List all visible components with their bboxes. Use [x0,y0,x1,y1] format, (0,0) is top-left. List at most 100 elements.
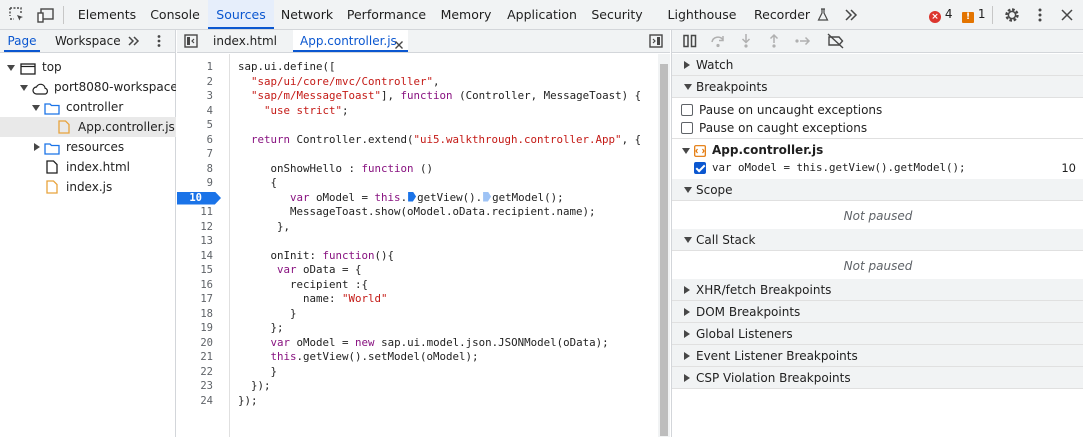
breakpoints-pane-header[interactable]: Breakpoints [672,76,1083,98]
line-number[interactable]: 6 [183,133,213,148]
line-number[interactable]: 3 [183,89,213,104]
tree-item-controller-folder[interactable]: controller [0,97,176,117]
line-number[interactable]: 4 [183,104,213,119]
tab-memory[interactable]: Memory [434,0,498,29]
line-number[interactable]: 19 [183,321,213,336]
editor-tab-app-controller[interactable]: App.controller.js [293,30,408,52]
more-tabs-chevron-icon[interactable] [842,6,860,24]
tab-security[interactable]: Security [586,0,648,29]
inspect-element-icon[interactable] [8,6,26,24]
breakpoint-entry[interactable]: var oModel = this.getView().getModel(); … [672,159,1083,177]
tab-recorder[interactable]: Recorder [745,0,835,29]
kebab-menu-icon[interactable] [1031,6,1049,24]
inline-breakpoint-icon[interactable] [408,191,417,202]
pane-title: Global Listeners [696,327,793,341]
tab-sources[interactable]: Sources [208,0,274,29]
line-number[interactable]: 18 [183,307,213,322]
tree-item-app-controller[interactable]: App.controller.js [0,117,176,137]
pause-caught-checkbox[interactable] [681,122,693,134]
pane-title: Event Listener Breakpoints [696,349,858,363]
toggle-debugger-sidebar-icon[interactable] [648,33,664,52]
toolbar-divider [992,6,993,24]
line-number[interactable]: 22 [183,365,213,380]
expand-arrow-icon [684,84,692,90]
code-line: "sap/ui/core/mvc/Controller", [251,74,440,88]
global-listeners-header[interactable]: Global Listeners [672,323,1083,345]
step-over-icon[interactable] [710,33,726,49]
vertical-scrollbar[interactable] [658,54,670,437]
scope-pane-header[interactable]: Scope [672,179,1083,201]
xhr-breakpoints-header[interactable]: XHR/fetch Breakpoints [672,279,1083,301]
watch-pane-header[interactable]: Watch [672,54,1083,76]
tab-elements[interactable]: Elements [72,0,142,29]
tree-item-index-js[interactable]: index.js [0,177,176,197]
tab-network[interactable]: Network [275,0,339,29]
tree-item-origin[interactable]: port8080-workspaces-ws- [0,77,176,97]
breakpoint-file-row[interactable]: App.controller.js [672,141,1083,159]
breakpoint-enabled-checkbox[interactable] [694,162,706,174]
step-into-icon[interactable] [738,33,754,49]
tab-page[interactable]: Page [4,30,40,52]
sources-navigator: Page Workspace top port8080-workspaces-w… [0,30,176,437]
line-number[interactable]: 20 [183,336,213,351]
step-out-icon[interactable] [766,33,782,49]
line-number[interactable]: 12 [183,220,213,235]
deactivate-breakpoints-icon[interactable] [827,33,844,49]
navigator-menu-icon[interactable] [151,33,167,52]
line-number[interactable]: 8 [183,162,213,177]
tab-workspace[interactable]: Workspace [55,30,121,52]
warning-counter[interactable]: ! 1 [962,7,985,23]
step-icon[interactable] [794,33,811,49]
tree-item-top[interactable]: top [0,57,176,77]
device-toolbar-icon[interactable] [37,6,55,24]
pause-resume-icon[interactable] [682,33,698,49]
dom-breakpoints-header[interactable]: DOM Breakpoints [672,301,1083,323]
line-number[interactable]: 9 [183,176,213,191]
tree-item-index-html[interactable]: index.html [0,157,176,177]
expand-arrow-icon[interactable] [20,85,28,91]
line-number[interactable]: 16 [183,278,213,293]
line-number[interactable]: 5 [183,118,213,133]
line-number[interactable]: 17 [183,292,213,307]
editor-tab-index-html[interactable]: index.html [213,30,277,52]
close-devtools-icon[interactable] [1058,6,1076,24]
collapsed-arrow-icon[interactable] [34,143,40,151]
line-number[interactable]: 23 [183,379,213,394]
scrollbar-thumb[interactable] [660,64,668,436]
callstack-pane-header[interactable]: Call Stack [672,229,1083,251]
code-line: this.getView().setModel(oModel); [270,350,479,363]
line-number[interactable]: 1 [183,60,213,75]
breakpoint-marker[interactable]: 10 [177,191,221,205]
csp-violation-breakpoints-header[interactable]: CSP Violation Breakpoints [672,367,1083,389]
line-number[interactable]: 24 [183,394,213,409]
line-number[interactable]: 7 [183,147,213,162]
line-number[interactable]: 14 [183,249,213,264]
expand-arrow-icon[interactable] [682,148,690,154]
tree-item-resources-folder[interactable]: resources [0,137,176,157]
pause-caught-row[interactable]: Pause on caught exceptions [672,119,1083,137]
line-number[interactable]: 15 [183,263,213,278]
line-number[interactable]: 21 [183,350,213,365]
inline-breakpoint-icon[interactable] [483,191,492,202]
line-number[interactable]: 2 [183,75,213,90]
expand-arrow-icon[interactable] [7,65,15,71]
line-number[interactable]: 13 [183,234,213,249]
event-listener-breakpoints-header[interactable]: Event Listener Breakpoints [672,345,1083,367]
more-navigator-tabs-icon[interactable] [126,33,142,52]
pause-uncaught-row[interactable]: Pause on uncaught exceptions [672,101,1083,119]
breakpoint-line-number: 10 [189,191,202,204]
document-file-icon [46,160,58,177]
error-counter[interactable]: × 4 [929,7,952,23]
line-number-gutter[interactable]: 1 2 3 4 5 6 7 8 9 10 11 12 13 14 15 16 17 18 19 20 21 22 23 24 [177,54,230,437]
code-content[interactable]: sap.ui.define([ "sap/ui/core/mvc/Control… [238,54,658,437]
tree-label: index.js [66,180,113,194]
expand-arrow-icon[interactable] [32,105,40,111]
settings-gear-icon[interactable] [1003,6,1021,24]
tab-lighthouse[interactable]: Lighthouse [664,0,740,29]
tab-performance[interactable]: Performance [340,0,433,29]
pause-uncaught-checkbox[interactable] [681,104,693,116]
toggle-navigator-icon[interactable] [183,33,199,52]
tab-application[interactable]: Application [499,0,585,29]
line-number[interactable]: 11 [183,205,213,220]
tab-console[interactable]: Console [143,0,207,29]
